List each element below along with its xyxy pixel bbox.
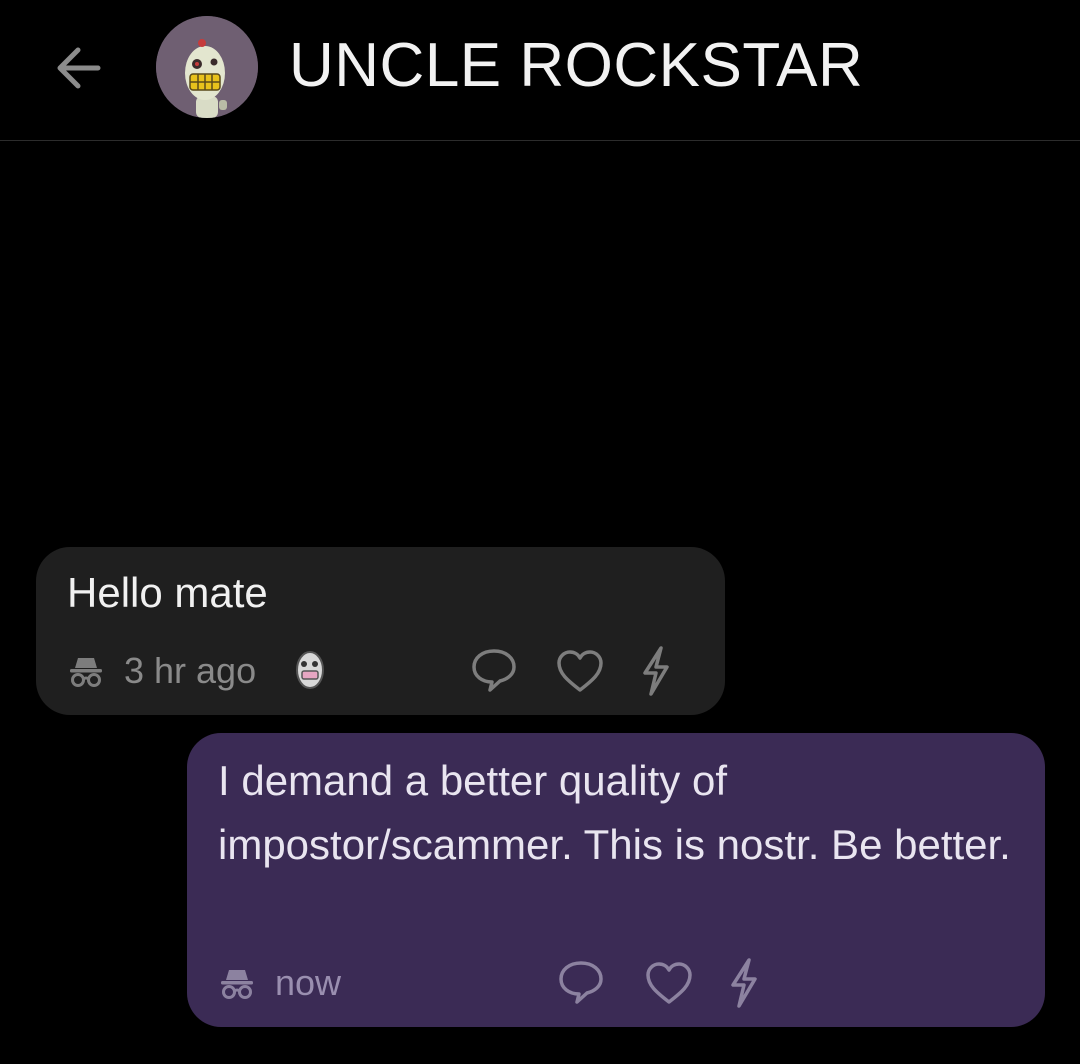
message-meta: now	[219, 962, 341, 1004]
reply-icon[interactable]	[470, 647, 518, 693]
message-time: 3 hr ago	[124, 650, 257, 691]
incognito-icon	[70, 658, 102, 687]
small-avatar[interactable]	[293, 649, 327, 691]
arrow-left-icon	[57, 47, 101, 89]
robot-avatar	[156, 16, 258, 118]
message-time: now	[275, 962, 342, 1003]
zap-icon[interactable]	[639, 645, 673, 697]
heart-icon[interactable]	[644, 961, 694, 1005]
heart-icon[interactable]	[555, 649, 605, 693]
reply-icon[interactable]	[557, 959, 605, 1005]
back-button[interactable]	[44, 34, 112, 102]
message-bubble-incoming[interactable]: Hello mate 3 hr ago	[36, 547, 725, 715]
zap-icon[interactable]	[727, 957, 761, 1009]
message-meta: 3 hr ago	[68, 650, 256, 692]
message-bubble-outgoing[interactable]: I demand a better quality of impostor/sc…	[187, 733, 1045, 1027]
message-text: Hello mate	[67, 569, 268, 616]
chat-header: UNCLE ROCKSTAR	[0, 0, 1080, 141]
contact-avatar[interactable]	[156, 16, 258, 118]
incognito-icon	[221, 970, 253, 999]
contact-name[interactable]: UNCLE ROCKSTAR	[289, 28, 863, 104]
chat-screen: UNCLE ROCKSTAR Hello mate 3 hr ago I dem…	[0, 0, 1080, 1064]
message-text: I demand a better quality of impostor/sc…	[218, 757, 1011, 868]
